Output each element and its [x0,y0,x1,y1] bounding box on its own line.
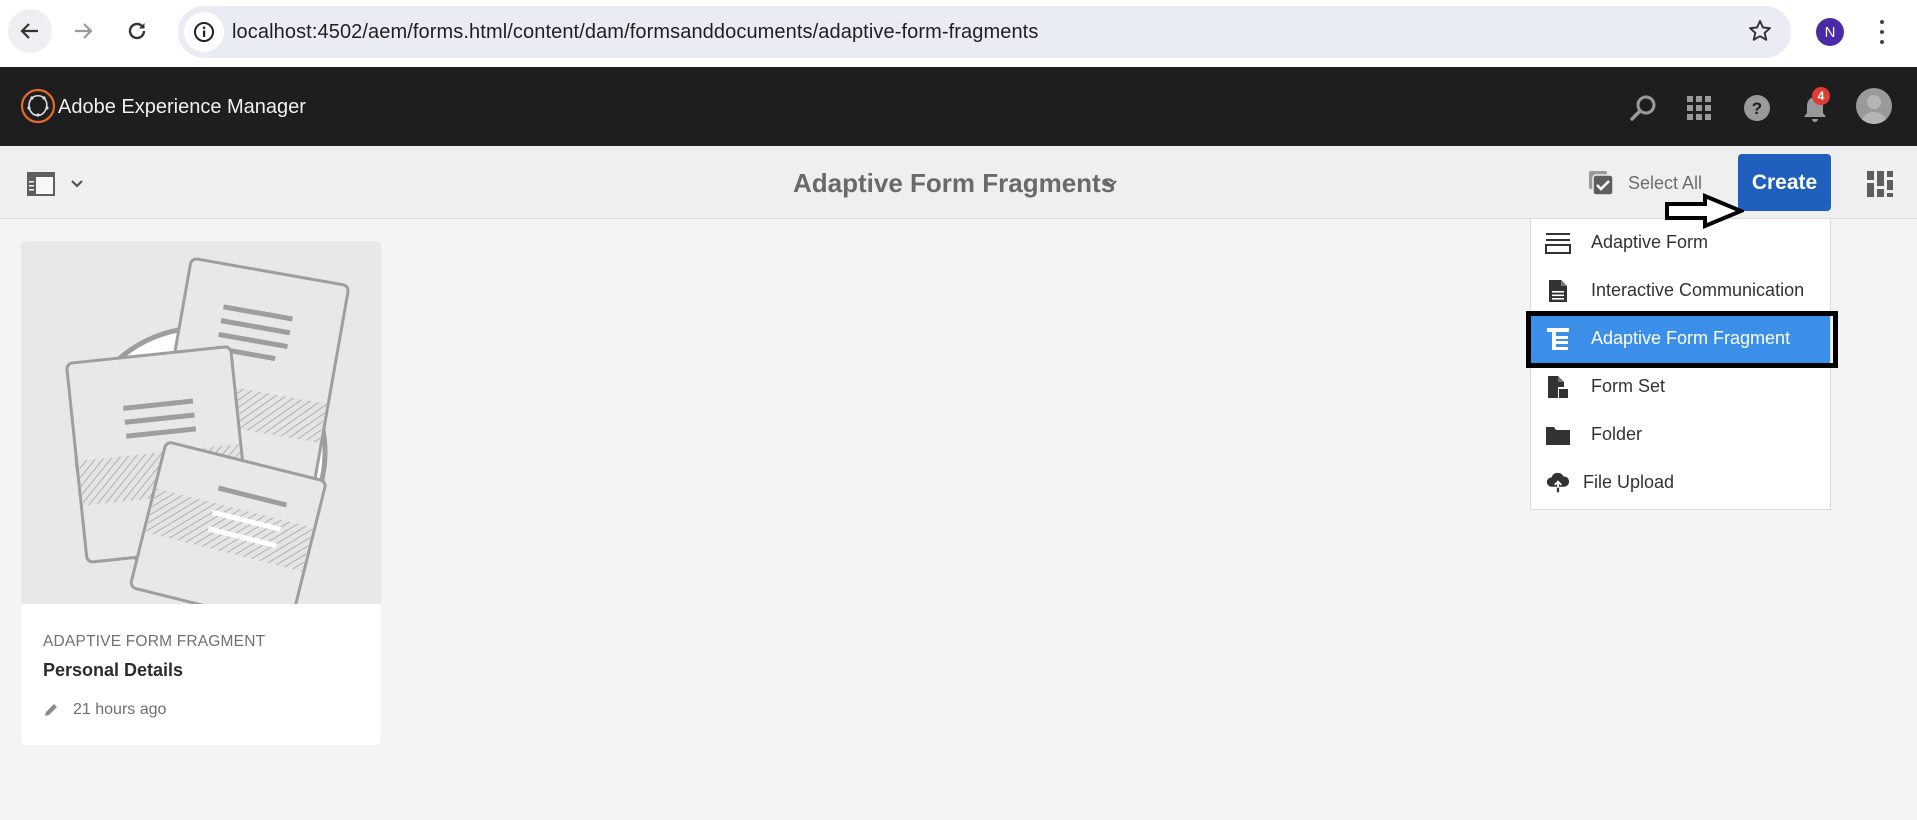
menu-item-label: Adaptive Form Fragment [1591,328,1791,348]
bookmark-star-icon[interactable] [1747,18,1773,49]
browser-menu-icon[interactable] [1872,16,1892,48]
menu-item-label: Folder [1591,424,1643,444]
action-bar: Adaptive Form Fragments Select All Creat… [0,146,1917,219]
annotation-arrow-icon [1665,193,1744,229]
form-fragment-illustration-icon [65,257,350,628]
menu-item-label: Form Set [1591,376,1666,396]
asset-card[interactable]: ADAPTIVE FORM FRAGMENT Personal Details … [21,242,381,745]
card-title[interactable]: Personal Details [43,660,183,681]
app-title[interactable]: Adobe Experience Manager [58,96,306,119]
menu-item-interactive-communication[interactable]: Interactive Communication [1531,267,1830,315]
side-panel-icon [27,172,55,196]
page-title: Adaptive Form Fragments [793,168,1116,198]
document-icon [1545,279,1571,303]
folder-icon [1545,423,1571,447]
reload-icon [128,22,146,40]
adaptive-form-icon [1545,231,1571,255]
menu-item-folder[interactable]: Folder [1531,411,1830,459]
pencil-icon [45,704,57,716]
select-all-label: Select All [1628,172,1703,193]
apps-grid-icon[interactable] [1684,93,1714,123]
view-switcher-button[interactable] [1866,170,1894,203]
user-avatar-icon[interactable] [1856,88,1892,124]
card-modified-time: 21 hours ago [73,701,167,718]
svg-text:?: ? [1752,99,1762,118]
form-fragment-icon [1545,327,1571,351]
site-info-button[interactable] [184,12,224,52]
chevron-down-icon[interactable] [70,176,84,194]
profile-avatar[interactable]: N [1816,18,1844,46]
menu-item-label: Adaptive Form [1591,232,1709,252]
url-text[interactable]: localhost:4502/aem/forms.html/content/da… [232,21,1038,44]
address-bar[interactable]: localhost:4502/aem/forms.html/content/da… [178,6,1791,58]
menu-item-label: Interactive Communication [1591,280,1805,300]
menu-item-form-set[interactable]: Form Set [1531,363,1830,411]
browser-toolbar: localhost:4502/aem/forms.html/content/da… [0,0,1917,67]
card-thumbnail[interactable] [21,242,381,628]
menu-item-adaptive-form-fragment[interactable]: Adaptive Form Fragment [1531,315,1830,363]
select-all-checkbox-icon [1589,171,1614,196]
search-icon[interactable] [1628,93,1658,123]
help-icon[interactable]: ? [1742,93,1772,123]
adobe-experience-cloud-logo-icon[interactable] [20,88,56,124]
card-view-icon [1867,171,1893,197]
create-menu: Adaptive Form Interactive Communication … [1530,219,1831,510]
forward-button[interactable] [61,9,105,53]
arrow-left-icon [20,23,38,39]
notification-count-badge: 4 [1812,87,1830,105]
rail-toggle-button[interactable] [27,172,55,201]
create-button[interactable]: Create [1738,154,1831,211]
title-chevron-down-icon[interactable] [1104,176,1118,194]
info-icon [194,22,214,42]
back-button[interactable] [8,9,52,53]
menu-item-file-upload[interactable]: File Upload [1531,459,1830,507]
card-type-label: ADAPTIVE FORM FRAGMENT [43,633,266,650]
card-modified: 21 hours ago [43,701,166,719]
form-set-icon [1545,375,1571,399]
menu-item-label: File Upload [1583,472,1675,492]
arrow-right-icon [75,23,93,39]
cloud-upload-icon [1545,471,1571,495]
reload-button[interactable] [115,9,159,53]
